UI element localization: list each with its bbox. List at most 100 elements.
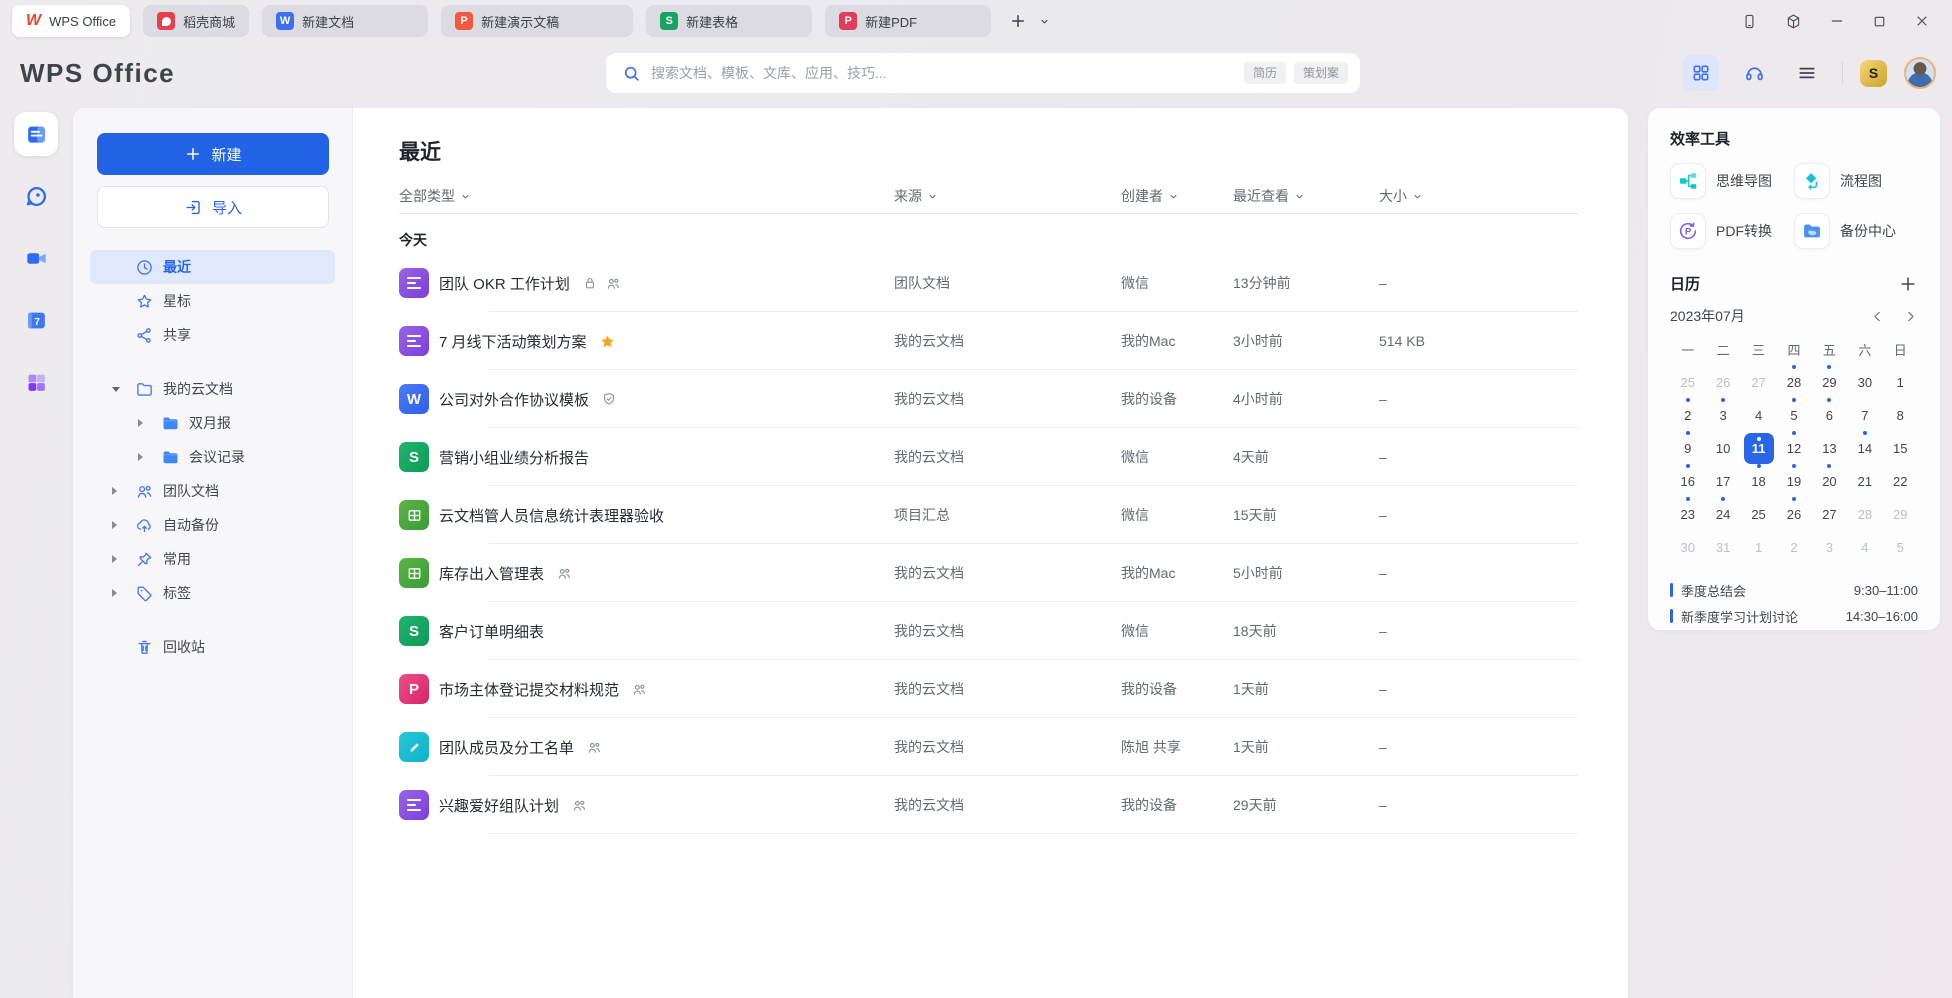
calendar-day[interactable]: 8 bbox=[1885, 400, 1915, 431]
caret-down-icon[interactable] bbox=[112, 387, 120, 392]
caret-right-icon[interactable] bbox=[112, 589, 117, 597]
rail-item-meetings[interactable] bbox=[14, 236, 58, 280]
calendar-day[interactable]: 16 bbox=[1673, 466, 1703, 497]
calendar-day[interactable]: 1 bbox=[1885, 367, 1915, 398]
calendar-day[interactable]: 19 bbox=[1779, 466, 1809, 497]
calendar-day[interactable]: 2 bbox=[1779, 532, 1809, 563]
calendar-event-0[interactable]: 季度总结会 9:30–11:00 bbox=[1670, 577, 1918, 603]
tab-document-5[interactable]: P新建PDF bbox=[825, 5, 991, 37]
sidebar-item-7[interactable]: 自动备份 bbox=[90, 508, 335, 542]
rail-item-apps[interactable] bbox=[14, 360, 58, 404]
calendar-day[interactable]: 3 bbox=[1814, 532, 1844, 563]
tool-1[interactable]: 流程图 bbox=[1794, 163, 1918, 199]
sidebar-item-1[interactable]: 星标 bbox=[90, 284, 335, 318]
tab-home[interactable]: WWPS Office bbox=[12, 5, 130, 37]
calendar-day[interactable]: 30 bbox=[1850, 367, 1880, 398]
tab-list-chevron-icon[interactable] bbox=[1039, 16, 1050, 27]
maximize-icon[interactable] bbox=[1872, 14, 1887, 29]
calendar-day-selected[interactable]: 11 bbox=[1744, 433, 1774, 464]
calendar-day[interactable]: 15 bbox=[1885, 433, 1915, 464]
calendar-day[interactable]: 12 bbox=[1779, 433, 1809, 464]
mobile-icon[interactable] bbox=[1741, 13, 1758, 30]
calendar-day[interactable]: 14 bbox=[1850, 433, 1880, 464]
calendar-day[interactable]: 23 bbox=[1673, 499, 1703, 530]
menu-icon[interactable] bbox=[1789, 55, 1825, 91]
calendar-day[interactable]: 7 bbox=[1850, 400, 1880, 431]
filter-1[interactable]: 来源 bbox=[894, 186, 1121, 206]
calendar-day[interactable]: 5 bbox=[1885, 532, 1915, 563]
caret-right-icon[interactable] bbox=[112, 521, 117, 529]
filter-2[interactable]: 创建者 bbox=[1121, 186, 1233, 206]
vip-badge-icon[interactable]: S bbox=[1860, 60, 1887, 87]
calendar-day[interactable]: 17 bbox=[1708, 466, 1738, 497]
filter-3[interactable]: 最近查看 bbox=[1233, 186, 1379, 206]
calendar-add-icon[interactable] bbox=[1898, 274, 1918, 294]
calendar-day[interactable]: 6 bbox=[1814, 400, 1844, 431]
support-headset-icon[interactable] bbox=[1736, 55, 1772, 91]
file-row-7[interactable]: P 市场主体登记提交材料规范 我的云文档 我的设备 1天前 – bbox=[399, 660, 1578, 718]
caret-right-icon[interactable] bbox=[112, 487, 117, 495]
file-row-4[interactable]: 云文档管人员信息统计表理器验收 项目汇总 微信 15天前 – bbox=[399, 486, 1578, 544]
calendar-day[interactable]: 26 bbox=[1779, 499, 1809, 530]
rail-item-documents[interactable] bbox=[14, 112, 58, 156]
calendar-day[interactable]: 28 bbox=[1779, 367, 1809, 398]
file-row-2[interactable]: W 公司对外合作协议模板 我的云文档 我的设备 4小时前 – bbox=[399, 370, 1578, 428]
calendar-day[interactable]: 3 bbox=[1708, 400, 1738, 431]
caret-right-icon[interactable] bbox=[112, 555, 117, 563]
filter-4[interactable]: 大小 bbox=[1379, 186, 1578, 206]
calendar-next-icon[interactable] bbox=[1903, 309, 1918, 324]
calendar-day[interactable]: 27 bbox=[1814, 499, 1844, 530]
caret-right-icon[interactable] bbox=[138, 453, 143, 461]
file-row-5[interactable]: 库存出入管理表 我的云文档 我的Mac 5小时前 – bbox=[399, 544, 1578, 602]
tab-document-4[interactable]: S新建表格 bbox=[646, 5, 812, 37]
calendar-day[interactable]: 28 bbox=[1850, 499, 1880, 530]
calendar-day[interactable]: 30 bbox=[1673, 532, 1703, 563]
calendar-day[interactable]: 9 bbox=[1673, 433, 1703, 464]
sidebar-item-9[interactable]: 标签 bbox=[90, 576, 335, 610]
sidebar-item-0[interactable]: 最近 bbox=[90, 250, 335, 284]
calendar-day[interactable]: 25 bbox=[1673, 367, 1703, 398]
sidebar-item-6[interactable]: 团队文档 bbox=[90, 474, 335, 508]
search-tag-0[interactable]: 简历 bbox=[1244, 62, 1286, 84]
import-button[interactable]: 导入 bbox=[97, 186, 329, 228]
tool-2[interactable]: P PDF转换 bbox=[1670, 213, 1794, 249]
search-tag-1[interactable]: 策划案 bbox=[1294, 62, 1348, 84]
calendar-day[interactable]: 25 bbox=[1744, 499, 1774, 530]
apps-grid-icon[interactable] bbox=[1683, 55, 1719, 91]
calendar-day[interactable]: 26 bbox=[1708, 367, 1738, 398]
calendar-event-1[interactable]: 新季度学习计划讨论 14:30–16:00 bbox=[1670, 603, 1918, 629]
search-input[interactable] bbox=[651, 65, 1226, 81]
calendar-day[interactable]: 2 bbox=[1673, 400, 1703, 431]
new-tab-plus-icon[interactable] bbox=[1009, 12, 1027, 30]
calendar-day[interactable]: 1 bbox=[1744, 532, 1774, 563]
tab-document-1[interactable]: 稻壳商城 bbox=[143, 5, 249, 37]
sidebar-item-2[interactable]: 共享 bbox=[90, 318, 335, 352]
calendar-day[interactable]: 22 bbox=[1885, 466, 1915, 497]
close-icon[interactable] bbox=[1914, 13, 1930, 29]
file-row-8[interactable]: 团队成员及分工名单 我的云文档 陈旭 共享 1天前 – bbox=[399, 718, 1578, 776]
search-bar[interactable]: 简历策划案 bbox=[606, 53, 1360, 93]
calendar-day[interactable]: 4 bbox=[1744, 400, 1774, 431]
file-row-1[interactable]: 7 月线下活动策划方案 我的云文档 我的Mac 3小时前 514 KB bbox=[399, 312, 1578, 370]
sidebar-item-8[interactable]: 常用 bbox=[90, 542, 335, 576]
file-row-3[interactable]: S 营销小组业绩分析报告 我的云文档 微信 4天前 – bbox=[399, 428, 1578, 486]
calendar-day[interactable]: 29 bbox=[1885, 499, 1915, 530]
file-row-9[interactable]: 兴趣爱好组队计划 我的云文档 我的设备 29天前 – bbox=[399, 776, 1578, 834]
calendar-day[interactable]: 10 bbox=[1708, 433, 1738, 464]
tab-document-3[interactable]: P新建演示文稿 bbox=[441, 5, 633, 37]
sidebar-item-3[interactable]: 我的云文档 bbox=[90, 372, 335, 406]
calendar-day[interactable]: 24 bbox=[1708, 499, 1738, 530]
rail-item-calendar[interactable]: 7 bbox=[14, 298, 58, 342]
file-row-0[interactable]: 团队 OKR 工作计划 团队文档 微信 13分钟前 – bbox=[399, 254, 1578, 312]
calendar-day[interactable]: 18 bbox=[1744, 466, 1774, 497]
calendar-day[interactable]: 13 bbox=[1814, 433, 1844, 464]
calendar-day[interactable]: 29 bbox=[1814, 367, 1844, 398]
calendar-day[interactable]: 20 bbox=[1814, 466, 1844, 497]
sidebar-item-10[interactable]: 回收站 bbox=[90, 630, 335, 664]
file-row-6[interactable]: S 客户订单明细表 我的云文档 微信 18天前 – bbox=[399, 602, 1578, 660]
calendar-day[interactable]: 5 bbox=[1779, 400, 1809, 431]
calendar-day[interactable]: 27 bbox=[1744, 367, 1774, 398]
sidebar-item-4[interactable]: 双月报 bbox=[90, 406, 335, 440]
tool-3[interactable]: 备份中心 bbox=[1794, 213, 1918, 249]
calendar-day[interactable]: 21 bbox=[1850, 466, 1880, 497]
